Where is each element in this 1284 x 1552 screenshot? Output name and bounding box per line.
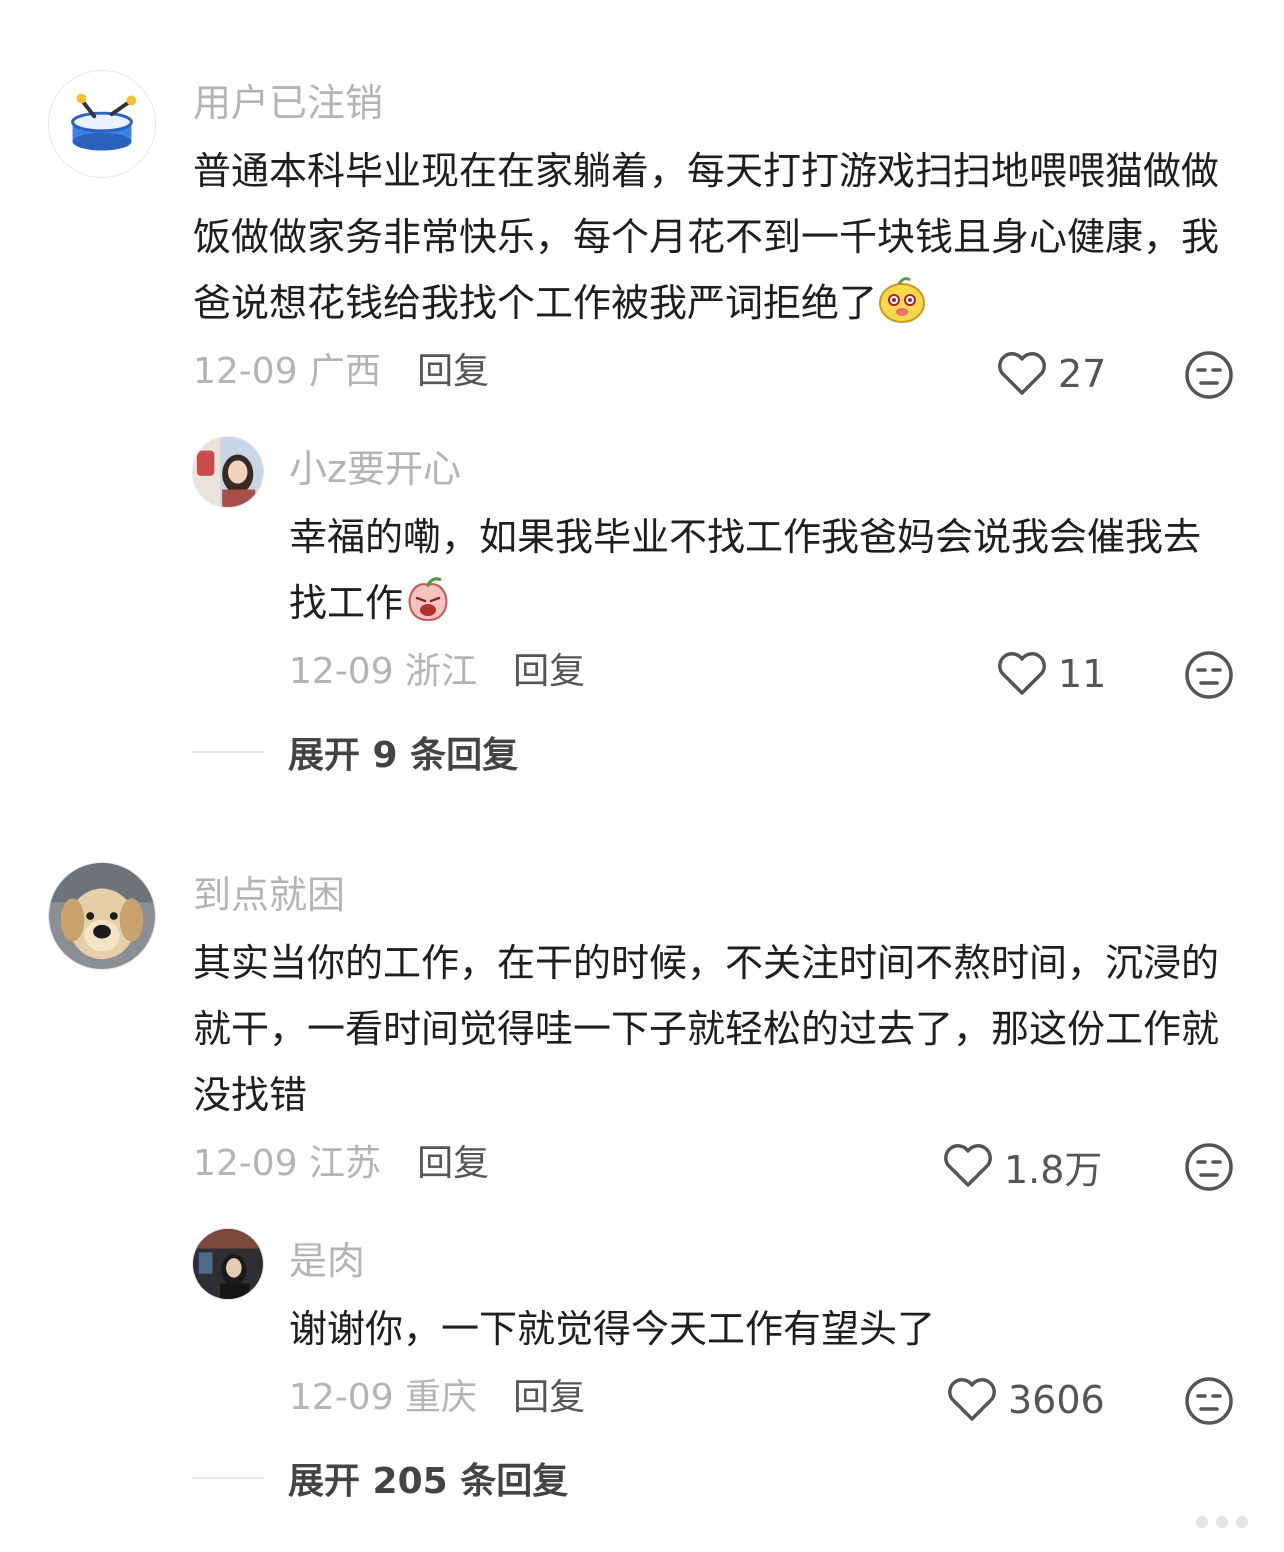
comment-date-location: 12-09 江苏 <box>193 1143 382 1184</box>
expand-replies-label: 展开 9 条回复 <box>288 735 519 776</box>
reply-button[interactable]: 回复 <box>513 651 585 692</box>
avatar[interactable] <box>192 436 264 508</box>
heart-icon <box>998 352 1046 395</box>
dislike-button[interactable] <box>1184 350 1234 400</box>
reply-username[interactable]: 小z要开心 <box>289 446 461 492</box>
reply-button[interactable]: 回复 <box>417 351 489 392</box>
like-button[interactable]: 1.8万 <box>942 1142 1102 1192</box>
drum-avatar-icon <box>49 71 155 177</box>
reply-username[interactable]: 是肉 <box>289 1238 365 1284</box>
person-photo-avatar-icon <box>193 1229 263 1299</box>
like-button[interactable]: 11 <box>996 650 1106 698</box>
divider <box>192 1477 264 1479</box>
reply-date-location: 12-09 重庆 <box>289 1377 478 1418</box>
reply-button[interactable]: 回复 <box>513 1377 585 1418</box>
girl-photo-avatar-icon <box>193 437 263 507</box>
like-button[interactable]: 27 <box>996 350 1106 398</box>
like-count: 3606 <box>1008 1378 1105 1422</box>
avatar[interactable] <box>48 862 156 970</box>
reply-meta: 12-09 浙江 回复 <box>289 650 585 694</box>
dislike-button[interactable] <box>1184 650 1234 700</box>
reply-text: 谢谢你，一下就觉得今天工作有望头了 <box>289 1307 936 1351</box>
reply-button[interactable]: 回复 <box>417 1143 489 1184</box>
expand-replies-label: 展开 205 条回复 <box>288 1461 569 1502</box>
reply-meta: 12-09 重庆 回复 <box>289 1376 585 1420</box>
heart-icon <box>944 1144 992 1187</box>
like-count: 1.8万 <box>1004 1147 1103 1192</box>
heart-icon <box>948 1378 996 1421</box>
reply-text: 幸福的嘞，如果我毕业不找工作我爸妈会说我会催我去找工作 <box>289 504 1229 636</box>
dislike-button[interactable] <box>1184 1376 1234 1426</box>
smiling-pear-emoji-icon <box>877 274 927 324</box>
comment-body: 普通本科毕业现在在家躺着，每天打打游戏扫扫地喂喂猫做做饭做做家务非常快乐，每个月… <box>193 149 1220 325</box>
like-button[interactable]: 3606 <box>946 1376 1105 1424</box>
expand-replies-button[interactable]: 展开 205 条回复 <box>192 1456 568 1502</box>
comment-username[interactable]: 到点就困 <box>193 872 345 918</box>
dislike-face-icon <box>1185 1143 1233 1191</box>
like-count: 11 <box>1058 652 1107 696</box>
dislike-face-icon <box>1185 351 1233 399</box>
reply-date-location: 12-09 浙江 <box>289 651 478 692</box>
comment-date-location: 12-09 广西 <box>193 351 382 392</box>
golden-retriever-avatar-icon <box>49 863 155 969</box>
like-count: 27 <box>1058 352 1107 396</box>
dislike-face-icon <box>1185 651 1233 699</box>
crying-peach-emoji-icon <box>403 574 453 624</box>
avatar[interactable] <box>48 70 156 178</box>
dislike-button[interactable] <box>1184 1142 1234 1192</box>
comment-text: 普通本科毕业现在在家躺着，每天打打游戏扫扫地喂喂猫做做饭做做家务非常快乐，每个月… <box>193 138 1238 336</box>
avatar[interactable] <box>192 1228 264 1300</box>
comment-username[interactable]: 用户已注销 <box>193 80 383 126</box>
heart-icon <box>998 652 1046 695</box>
watermark-dots-icon <box>1196 1516 1248 1528</box>
expand-replies-button[interactable]: 展开 9 条回复 <box>192 730 518 776</box>
comment-meta: 12-09 江苏 回复 <box>193 1142 489 1186</box>
divider <box>192 751 264 753</box>
comment-text: 其实当你的工作，在干的时候，不关注时间不熬时间，沉浸的就干，一看时间觉得哇一下子… <box>193 941 1220 1117</box>
dislike-face-icon <box>1185 1377 1233 1425</box>
comment-meta: 12-09 广西 回复 <box>193 350 489 394</box>
